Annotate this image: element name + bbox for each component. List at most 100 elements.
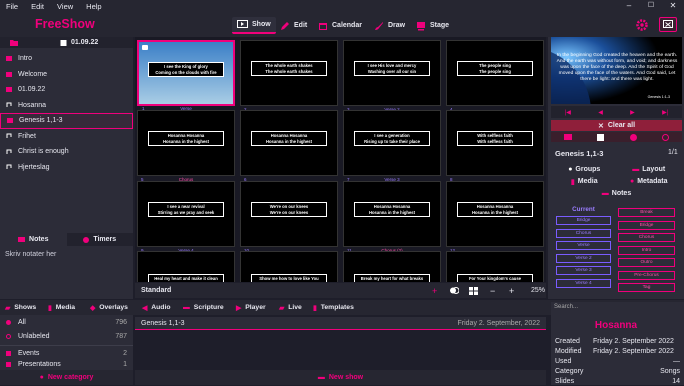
tab-overlays[interactable]: ◆ Overlays — [90, 300, 128, 315]
project-item[interactable]: Frihet — [0, 129, 133, 145]
new-show-button[interactable]: ▬ New show — [135, 370, 546, 385]
project-item[interactable]: Christ is enough — [0, 144, 133, 160]
group-button[interactable]: Break — [618, 208, 675, 217]
menu-edit[interactable]: Edit — [31, 2, 44, 11]
close-icon: ✕ — [597, 122, 604, 130]
tab-calendar[interactable]: Calendar — [313, 17, 367, 34]
menu-view[interactable]: View — [57, 2, 73, 11]
search-input[interactable]: Search... — [554, 304, 681, 313]
settings-icon[interactable] — [636, 19, 648, 33]
tab-media-lib[interactable]: ▮ Media — [48, 300, 75, 315]
current-group-button[interactable]: Verse 4 — [556, 278, 611, 288]
slide-thumbnail[interactable]: I see a generation Rising up to take the… — [343, 110, 441, 184]
category-item[interactable]: Events 2 — [0, 346, 133, 361]
output-preview[interactable]: In the beginning God created the heaven … — [551, 37, 682, 104]
show-name: Genesis 1,1-3 — [555, 149, 604, 158]
slide-thumbnail[interactable]: Hosanna Hosanna Hosanna in the highest12 — [446, 181, 544, 255]
tab-live[interactable]: ▰ Live — [279, 300, 302, 315]
group-button[interactable]: Intro — [618, 245, 675, 255]
slide-thumbnail[interactable]: Hosanna Hosanna Hosanna in the highest11… — [343, 181, 441, 255]
tab-calendar-label: Calendar — [332, 22, 362, 29]
slide-thumbnail[interactable]: I see a near revival Stirring as we pray… — [137, 181, 235, 255]
project-item[interactable]: Hosanna — [0, 98, 133, 114]
clear-all-button[interactable]: ✕ Clear all — [551, 120, 682, 131]
tab-edit[interactable]: Edit — [275, 17, 312, 34]
current-group-button[interactable]: Verse 3 — [556, 266, 611, 275]
project-item[interactable]: 01.09.22 — [0, 82, 133, 98]
tab-shows[interactable]: ▰ Shows — [5, 300, 36, 315]
current-group-button[interactable]: Verse 2 — [556, 253, 611, 263]
tab-metadata[interactable]: ● Metadata — [617, 178, 682, 185]
slideshow-icon — [6, 56, 12, 62]
project-item-active[interactable]: Genesis 1,1-3 — [0, 113, 133, 129]
tab-stage[interactable]: Stage — [411, 17, 454, 34]
tab-groups[interactable]: ● Groups — [552, 166, 617, 173]
group-button[interactable]: Outro — [618, 258, 675, 267]
slide-thumbnail[interactable]: The whole earth shakes The whole earth s… — [240, 40, 338, 114]
new-category-button[interactable]: ● New category — [0, 370, 133, 385]
tab-templates[interactable]: ▮ Templates — [313, 300, 354, 315]
project-item-label: 01.09.22 — [18, 86, 46, 94]
previous-icon[interactable]: |◀ — [565, 109, 571, 116]
current-group-button[interactable]: Bridge — [556, 216, 611, 225]
slide-thumbnail[interactable]: With selfless faith With selfless faith 8 — [446, 110, 544, 184]
group-button[interactable]: Chorus — [618, 233, 675, 242]
slide-thumbnail[interactable]: I see the King of glory Coming on the cl… — [137, 40, 235, 113]
slide-thumbnail[interactable]: Hosanna Hosanna Hosanna in the highest 5 C… — [137, 110, 235, 184]
grid-view-icon[interactable] — [469, 286, 478, 295]
menu-help[interactable]: Help — [86, 2, 101, 11]
notes-textarea[interactable]: Skriv notater her — [5, 251, 56, 258]
tab-notes-right[interactable]: ▬ Notes — [552, 188, 681, 199]
tab-media[interactable]: ▮ Media — [552, 178, 617, 186]
tab-draw[interactable]: Draw — [369, 17, 410, 34]
show-row[interactable]: Genesis 1,1-3 Friday 2. September, 2022 — [135, 317, 546, 330]
menu-file[interactable]: File — [6, 2, 18, 11]
slide-thumbnail[interactable]: For Your kingdom's cause — [446, 251, 544, 282]
clear-background-icon[interactable] — [563, 134, 572, 140]
tab-layout[interactable]: ▬ Layout — [617, 166, 682, 173]
slide-thumbnail[interactable]: We're on our knees We're on our knees10 — [240, 181, 338, 255]
clear-audio-icon[interactable] — [662, 133, 670, 141]
pencil-icon — [281, 21, 289, 30]
project-item[interactable]: Intro — [0, 51, 133, 67]
close-window-icon[interactable]: ✕ — [662, 0, 684, 13]
slide-thumbnail[interactable]: Show me how to love like You — [240, 251, 338, 282]
play-icon[interactable]: ▶ — [630, 109, 635, 116]
group-button[interactable]: Pre-Chorus — [618, 270, 675, 280]
slide-thumbnail[interactable]: I see His love and mercy Washing over al… — [343, 40, 441, 114]
current-group-button[interactable]: Verse — [556, 241, 611, 250]
tab-show[interactable]: Show — [232, 17, 276, 34]
current-groups: Current Bridge Chorus Verse Verse 2 Verse 3 V… — [556, 206, 611, 291]
next-icon[interactable]: ▶| — [662, 109, 668, 116]
add-layout-icon[interactable]: + — [432, 286, 437, 296]
zoom-out-icon[interactable]: − — [490, 286, 495, 296]
category-item[interactable]: Unlabeled 787 — [0, 330, 133, 345]
contrast-icon[interactable] — [450, 287, 459, 294]
category-item[interactable]: Presentations 1 — [0, 361, 133, 370]
project-item[interactable]: Welcome — [0, 67, 133, 83]
project-header[interactable]: 01.09.22 — [0, 37, 133, 48]
minimize-icon[interactable]: – — [618, 0, 640, 13]
zoom-in-icon[interactable]: + — [509, 286, 514, 296]
tab-notes[interactable]: Notes — [0, 233, 67, 246]
project-item[interactable]: Hjerteslag — [0, 160, 133, 176]
slide-thumbnail[interactable]: Heal my heart and make it clean — [137, 251, 235, 282]
metadata-key: Used — [555, 357, 572, 365]
slide-thumbnail[interactable]: The people sing The people sing4 — [446, 40, 544, 114]
tab-timers[interactable]: Timers — [67, 233, 134, 246]
slide-text: Hosanna Hosanna Hosanna in the highest — [147, 131, 225, 146]
current-group-button[interactable]: Chorus — [556, 228, 611, 238]
group-button[interactable]: Bridge — [618, 220, 675, 230]
tab-scripture[interactable]: ▬ Scripture — [183, 300, 224, 315]
output-toggle-button[interactable] — [659, 17, 677, 32]
maximize-icon[interactable]: ☐ — [640, 0, 662, 13]
back-icon[interactable]: ◀ — [598, 109, 603, 116]
clear-overlays-icon[interactable] — [629, 133, 637, 141]
clear-slide-icon[interactable] — [597, 133, 605, 141]
group-button[interactable]: Tag — [618, 283, 675, 292]
category-item[interactable]: All 796 — [0, 315, 133, 330]
tab-audio[interactable]: ◀ Audio — [142, 300, 171, 315]
slide-thumbnail[interactable]: Hosanna Hosanna Hosanna in the highest 6 — [240, 110, 338, 184]
tab-player[interactable]: ▶ Player — [236, 300, 266, 315]
slide-thumbnail[interactable]: Break my heart for what breaks Yours — [343, 251, 441, 282]
